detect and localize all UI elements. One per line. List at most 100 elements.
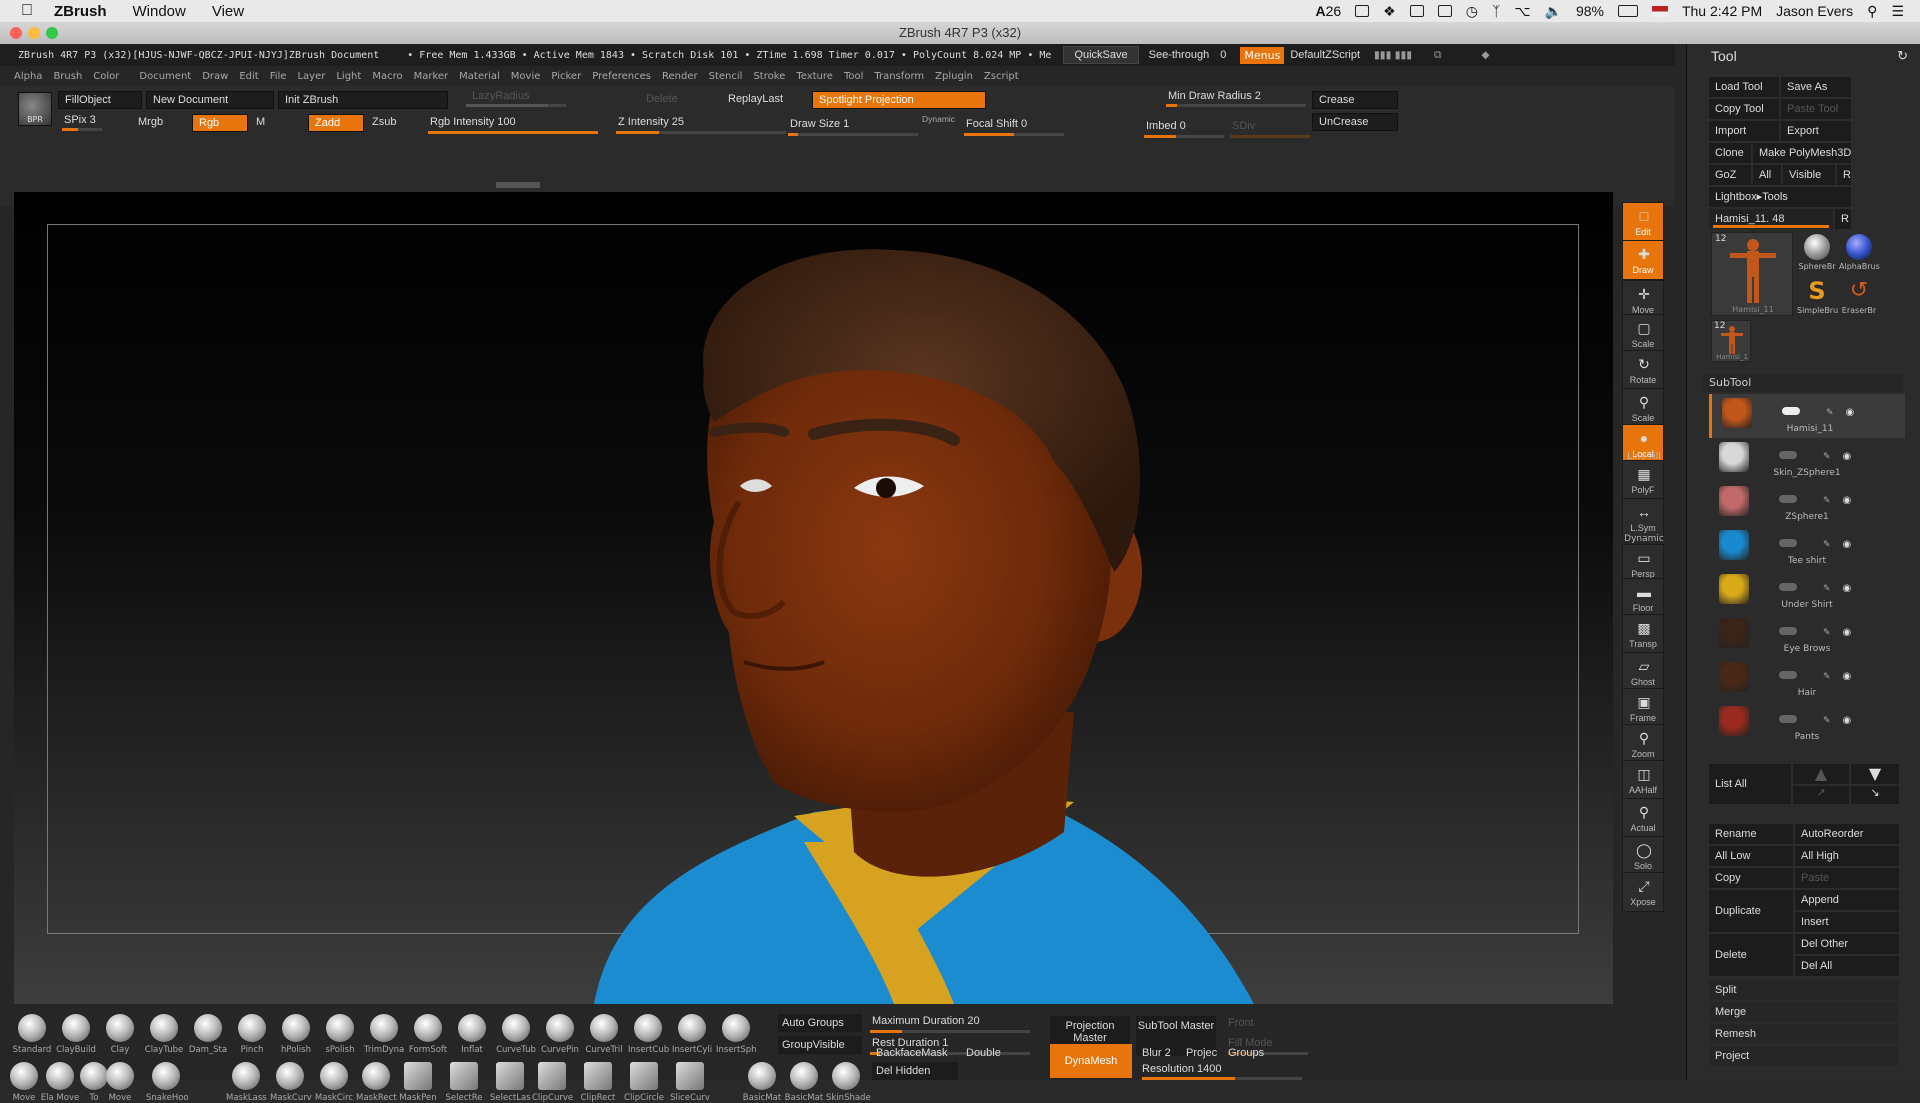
lightbox-tools-button[interactable]: Lightbox▸Tools: [1709, 187, 1851, 207]
all-low-button[interactable]: All Low: [1709, 846, 1793, 866]
merge-menu[interactable]: Merge: [1709, 1002, 1899, 1022]
brush-maskcurv[interactable]: MaskCurv: [270, 1062, 312, 1103]
subtool-visibility-toggles[interactable]: ✎ ◉: [1779, 444, 1899, 462]
menu-stroke[interactable]: Stroke: [753, 71, 785, 82]
make-polymesh-button[interactable]: Make PolyMesh3D: [1753, 143, 1851, 163]
strip-zoom-button[interactable]: ⚲ Zoom: [1622, 724, 1664, 764]
bpr-button[interactable]: BPR: [18, 92, 52, 126]
minimize-button[interactable]: [28, 27, 40, 39]
polypaint-toggle-icon[interactable]: [1779, 495, 1797, 503]
project-menu[interactable]: Project: [1709, 1046, 1899, 1066]
brush-pinch[interactable]: Pinch: [232, 1014, 272, 1055]
move-down-icon[interactable]: ↘: [1851, 786, 1899, 804]
strip-edit-button[interactable]: □ Edit: [1622, 202, 1664, 242]
rgb-intensity-slider[interactable]: Rgb Intensity 100: [424, 114, 594, 132]
brush-inflat[interactable]: Inflat: [452, 1014, 492, 1055]
goz-visible-button[interactable]: Visible: [1783, 165, 1835, 185]
goz-all-button[interactable]: All: [1753, 165, 1781, 185]
arrow-up-icon[interactable]: ▲: [1793, 764, 1849, 784]
new-document-button[interactable]: New Document: [146, 91, 274, 109]
brush-maskrect[interactable]: MaskRect: [356, 1062, 397, 1103]
brush-curvepin[interactable]: CurvePin: [540, 1014, 580, 1055]
strip-draw-button[interactable]: ✚ Draw: [1622, 240, 1664, 280]
time-machine-icon[interactable]: ◷: [1466, 3, 1478, 20]
polypaint-toggle-icon[interactable]: [1779, 583, 1797, 591]
goz-r-button[interactable]: R: [1837, 165, 1851, 185]
polypaint-toggle-icon[interactable]: [1779, 451, 1797, 459]
sdiv-slider[interactable]: SDiv: [1226, 118, 1306, 136]
m-button[interactable]: M: [250, 114, 274, 132]
split-menu[interactable]: Split: [1709, 980, 1899, 1000]
apple-menu-icon[interactable]: : [0, 2, 54, 20]
subtool-item[interactable]: ✎ ◉ Tee shirt: [1709, 526, 1905, 570]
brush-selectlas[interactable]: SelectLas: [490, 1062, 531, 1103]
lock-icon[interactable]: ◆: [1482, 49, 1490, 61]
brush-snakehoo[interactable]: SnakeHoo: [146, 1062, 189, 1103]
brush-maskpen[interactable]: MaskPen: [398, 1062, 438, 1103]
tool-panel-header[interactable]: Tool ↻: [1687, 44, 1920, 68]
brush-curvetril[interactable]: CurveTril: [584, 1014, 624, 1055]
menu-marker[interactable]: Marker: [414, 71, 449, 82]
eye-icon[interactable]: ◉: [1843, 671, 1852, 682]
dropbox-icon[interactable]: ❖: [1383, 3, 1396, 20]
brush-cliprect[interactable]: ClipRect: [578, 1062, 618, 1103]
subtool-item[interactable]: ✎ ◉ Pants: [1709, 702, 1905, 746]
layout-icons[interactable]: ▮▮▮ ▮▮▮: [1374, 49, 1412, 61]
double-button[interactable]: Double: [962, 1044, 1022, 1062]
brush-icon[interactable]: ✎: [1823, 452, 1831, 462]
toolbar-scroll-handle[interactable]: [496, 182, 540, 188]
subtool-item[interactable]: ✎ ◉ ZSphere1: [1709, 482, 1905, 526]
eye-icon[interactable]: ◉: [1843, 583, 1852, 594]
focal-shift-slider[interactable]: Focal Shift 0: [960, 116, 1060, 134]
menu-preferences[interactable]: Preferences: [592, 71, 651, 82]
menu-movie[interactable]: Movie: [511, 71, 541, 82]
rgb-button[interactable]: Rgb: [192, 114, 248, 132]
menu-alpha[interactable]: Alpha: [14, 71, 42, 82]
zadd-button[interactable]: Zadd: [308, 114, 364, 132]
strip-aahalf-button[interactable]: ◫ AAHalf: [1622, 760, 1664, 800]
subtool-visibility-toggles[interactable]: ✎ ◉: [1782, 400, 1902, 418]
brush-move[interactable]: Move: [100, 1062, 140, 1103]
menu-texture[interactable]: Texture: [796, 71, 833, 82]
strip-scale-button[interactable]: ⚲ Scale: [1622, 388, 1664, 428]
clone-button[interactable]: Clone: [1709, 143, 1751, 163]
subtool-visibility-toggles[interactable]: ✎ ◉: [1779, 620, 1899, 638]
copy-tool-button[interactable]: Copy Tool: [1709, 99, 1779, 119]
replay-last-button[interactable]: ReplayLast: [722, 91, 808, 109]
spotlight-search-icon[interactable]: ⚲: [1867, 3, 1877, 20]
strip-solo-button[interactable]: ◯ Solo: [1622, 836, 1664, 876]
duplicate-button[interactable]: Duplicate: [1709, 890, 1793, 932]
brush-icon[interactable]: ✎: [1823, 672, 1831, 682]
current-tool-r-button[interactable]: R: [1835, 209, 1851, 229]
brush-formsoft[interactable]: FormSoft: [408, 1014, 448, 1055]
auto-groups-button[interactable]: Auto Groups: [778, 1014, 862, 1032]
autoreorder-button[interactable]: AutoReorder: [1795, 824, 1899, 844]
brush-clipcurve[interactable]: ClipCurve: [532, 1062, 573, 1103]
del-hidden-button[interactable]: Del Hidden: [872, 1062, 958, 1080]
brush-curvetub[interactable]: CurveTub: [496, 1014, 536, 1055]
eye-icon[interactable]: ◉: [1846, 407, 1855, 418]
list-all-button[interactable]: List All: [1709, 764, 1791, 804]
dynamesh-button[interactable]: DynaMesh: [1050, 1044, 1132, 1078]
brush-clay[interactable]: Clay: [100, 1014, 140, 1055]
zoom-button[interactable]: [46, 27, 58, 39]
sphere-brush-thumb[interactable]: SphereBr: [1797, 234, 1837, 276]
strip-scale-button[interactable]: ▢ Scale: [1622, 314, 1664, 354]
strip-frame-button[interactable]: ▣ Frame: [1622, 688, 1664, 728]
strip-lsym-button[interactable]: ↔ L.Sym: [1622, 498, 1664, 538]
menu-zscript[interactable]: Zscript: [984, 71, 1019, 82]
strip-ghost-button[interactable]: ▱ Ghost: [1622, 652, 1664, 692]
restore-icon[interactable]: ⧉: [1434, 49, 1442, 62]
brush-hpolish[interactable]: hPolish: [276, 1014, 316, 1055]
brush-icon[interactable]: ✎: [1823, 584, 1831, 594]
remesh-menu[interactable]: Remesh: [1709, 1024, 1899, 1044]
spotlight-projection-button[interactable]: Spotlight Projection: [812, 91, 986, 109]
strip-rotate-button[interactable]: ↻ Rotate: [1622, 350, 1664, 390]
menu-tool[interactable]: Tool: [844, 71, 863, 82]
export-button[interactable]: Export: [1781, 121, 1851, 141]
z-intensity-slider[interactable]: Z Intensity 25: [612, 114, 782, 132]
brush-claytube[interactable]: ClayTube: [144, 1014, 184, 1055]
eye-icon[interactable]: ◉: [1843, 495, 1852, 506]
brush-move[interactable]: Move: [4, 1062, 44, 1103]
adobe-icon[interactable]: A26: [1315, 3, 1341, 19]
